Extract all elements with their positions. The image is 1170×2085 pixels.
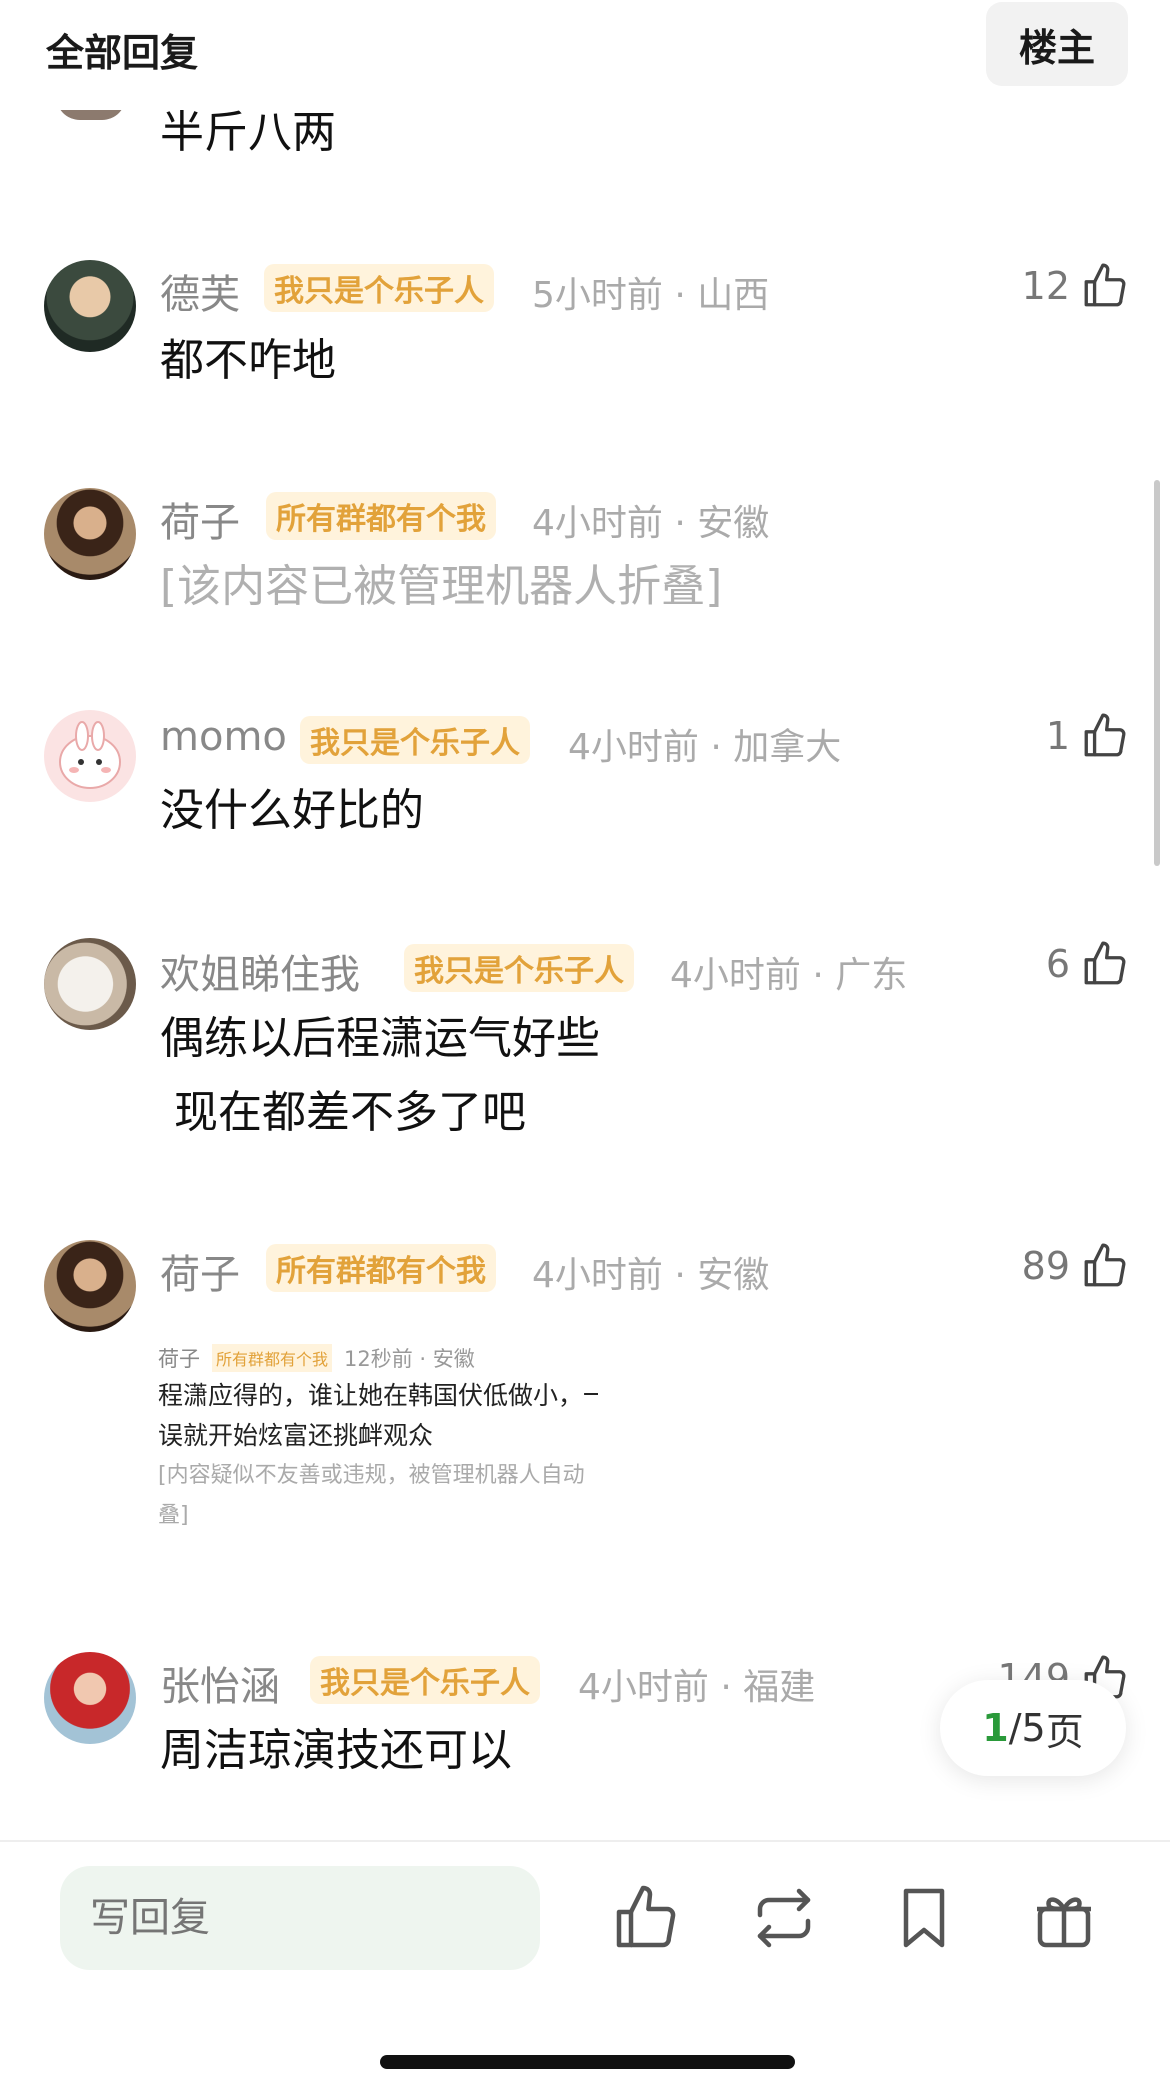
comment-author[interactable]: 欢姐睇住我: [160, 942, 360, 1000]
comment-meta: 4小时前 · 安徽: [532, 503, 770, 544]
bookmark-icon[interactable]: [888, 1882, 960, 1954]
like-count: 12: [1021, 264, 1070, 308]
comment-author[interactable]: 德芙: [160, 262, 240, 320]
thumbs-up-icon: [1080, 938, 1130, 990]
like-button[interactable]: 6: [1046, 936, 1130, 992]
page-current: 1: [982, 1706, 1009, 1750]
comment-meta: 5小时前 · 山西: [532, 275, 770, 316]
comment-meta: 4小时前 · 加拿大: [568, 727, 842, 768]
screenshot-badge: 所有群都有个我: [212, 1344, 333, 1372]
screenshot-meta-row: 荷子 所有群都有个我 12秒前 · 安徽: [158, 1340, 598, 1376]
like-count: 89: [1021, 1244, 1070, 1288]
header: 全部回复 楼主: [0, 0, 1170, 110]
thumbs-up-icon[interactable]: [610, 1882, 682, 1954]
comment-author[interactable]: momo: [160, 714, 287, 760]
avatar[interactable]: [44, 710, 136, 802]
comment-author[interactable]: 荷子: [160, 490, 240, 548]
comment-meta: 4小时前 · 广东: [670, 955, 908, 996]
repost-icon[interactable]: [748, 1882, 820, 1954]
user-badge: 我只是个乐子人: [310, 1656, 540, 1704]
thumbs-up-icon: [1080, 260, 1130, 312]
page-indicator[interactable]: 1 /5 页: [940, 1680, 1126, 1776]
gift-icon[interactable]: [1028, 1882, 1100, 1954]
thumbs-up-icon: [1080, 1240, 1130, 1292]
comment-content: 都不咋地: [160, 335, 336, 386]
comment-meta: 4小时前 · 福建: [578, 1667, 816, 1708]
folded-content-notice[interactable]: [该内容已被管理机器人折叠]: [160, 550, 722, 624]
home-indicator: [380, 2055, 795, 2069]
like-button[interactable]: 12: [1022, 258, 1130, 314]
user-badge: 我只是个乐子人: [404, 944, 634, 992]
user-badge: 我只是个乐子人: [300, 716, 530, 764]
like-button[interactable]: 1: [1046, 708, 1130, 764]
thumbs-up-icon: [1080, 710, 1130, 762]
avatar[interactable]: [44, 488, 136, 580]
page-unit: 页: [1045, 1709, 1084, 1754]
bottom-action-bar: [0, 1840, 1170, 2085]
scrollbar[interactable]: [1154, 480, 1160, 866]
page-title: 全部回复: [46, 31, 199, 75]
comment-author[interactable]: 荷子: [160, 1242, 240, 1300]
screenshot-author: 荷子: [158, 1347, 200, 1371]
comment-content: 没什么好比的: [160, 785, 424, 836]
user-badge: 所有群都有个我: [266, 492, 496, 540]
avatar[interactable]: [44, 938, 136, 1030]
user-badge: 我只是个乐子人: [264, 264, 494, 312]
screenshot-folded-notice: [内容疑似不友善或违规，被管理机器人自动: [158, 1463, 585, 1488]
reply-input[interactable]: [60, 1866, 540, 1970]
screenshot-text: 误就开始炫富还挑衅观众: [158, 1421, 434, 1450]
screenshot-meta: 12秒前 · 安徽: [344, 1347, 475, 1371]
comment-author[interactable]: 张怡涵: [160, 1654, 280, 1712]
like-button[interactable]: 89: [1022, 1238, 1130, 1294]
like-count: 1: [1045, 714, 1070, 758]
bunny-avatar-icon: [59, 721, 121, 789]
screenshot-folded-notice: 叠]: [158, 1503, 189, 1528]
comment-content: 偶练以后程潇运气好些 现在都差不多了吧: [160, 1013, 600, 1138]
avatar[interactable]: [44, 1652, 136, 1744]
comment-meta: 4小时前 · 安徽: [532, 1255, 770, 1296]
owner-only-button[interactable]: 楼主: [986, 2, 1128, 86]
page-total: /5: [1008, 1706, 1046, 1750]
avatar[interactable]: [44, 260, 136, 352]
comment-content: 周洁琼演技还可以: [160, 1725, 512, 1776]
user-badge: 所有群都有个我: [266, 1244, 496, 1292]
like-count: 6: [1045, 942, 1070, 986]
comment-image-screenshot[interactable]: 荷子 所有群都有个我 12秒前 · 安徽 程潇应得的，谁让她在韩国伏低做小，一l…: [158, 1340, 598, 1536]
screenshot-text: 程潇应得的，谁让她在韩国伏低做小，一l: [158, 1381, 598, 1410]
avatar[interactable]: [44, 1240, 136, 1332]
